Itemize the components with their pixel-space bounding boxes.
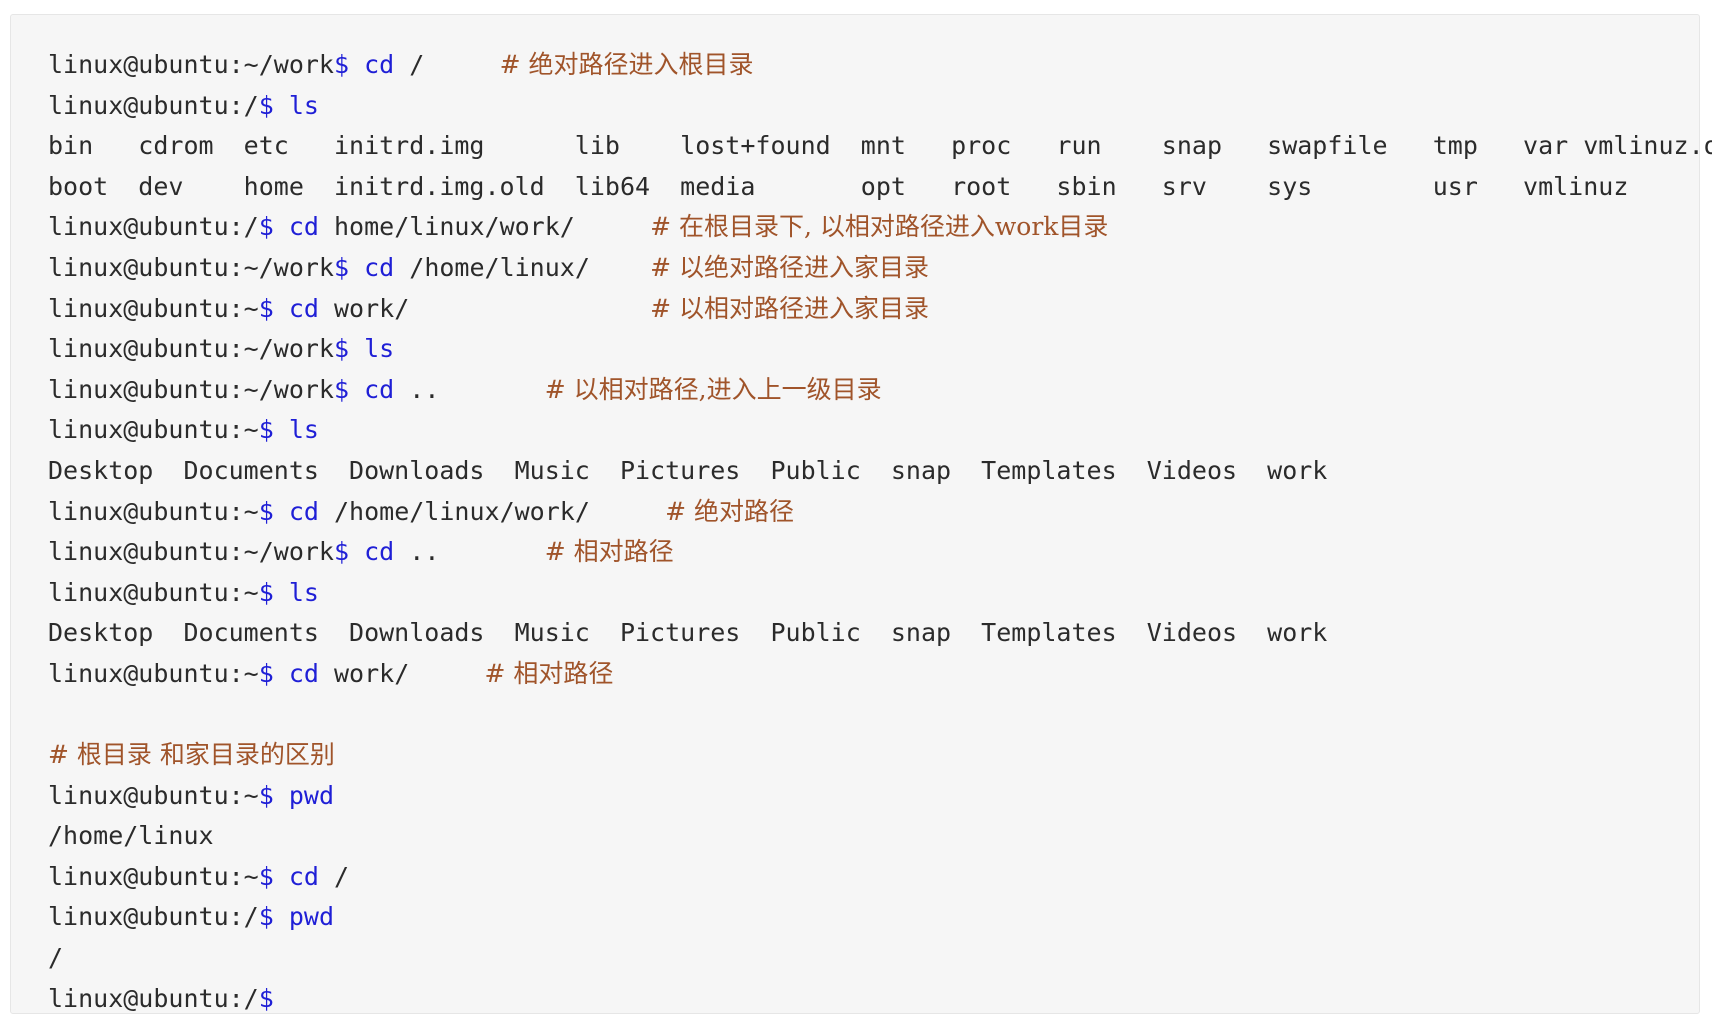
output-line: Desktop Documents Downloads Music Pictur… bbox=[48, 451, 1699, 492]
command-line: linux@ubuntu:/$ cd home/linux/work/ # 在根… bbox=[48, 207, 1699, 248]
prompt-dollar: $ bbox=[333, 334, 350, 364]
command-name: cd bbox=[364, 50, 395, 79]
command-argument: /home/linux/work/ bbox=[318, 496, 590, 526]
shell-prompt: linux@ubuntu:~ bbox=[48, 780, 259, 810]
command-line: linux@ubuntu:~/work$ cd .. # 以相对路径,进入上一级… bbox=[48, 370, 1699, 411]
command-line: linux@ubuntu:~$ cd /home/linux/work/ # 绝… bbox=[48, 492, 1699, 533]
code-block: linux@ubuntu:~/work$ cd / # 绝对路径进入根目录 lin… bbox=[10, 14, 1712, 1014]
command-argument: /home/linux/ bbox=[394, 252, 590, 282]
command-comment: # 以相对路径,进入上一级目录 bbox=[544, 374, 882, 404]
prompt-dollar: $ bbox=[258, 577, 274, 607]
prompt-dollar: $ bbox=[258, 983, 274, 1013]
command-argument: work/ bbox=[318, 658, 410, 688]
shell-prompt: linux@ubuntu:~/work bbox=[48, 334, 334, 364]
command-argument: .. bbox=[394, 537, 440, 567]
command-line: linux@ubuntu:/$ ls bbox=[48, 86, 1699, 127]
command-name: cd bbox=[364, 537, 395, 567]
shell-prompt: linux@ubuntu:~/work bbox=[48, 50, 334, 79]
command-name: ls bbox=[364, 334, 395, 364]
output-line: bin cdrom etc initrd.img lib lost+found … bbox=[48, 126, 1712, 167]
shell-prompt: linux@ubuntu:~/work bbox=[48, 374, 334, 404]
command-name: ls bbox=[288, 90, 319, 120]
command-name: pwd bbox=[288, 902, 334, 932]
command-line: linux@ubuntu:~$ ls bbox=[48, 573, 1699, 614]
command-comment: # 绝对路径进入根目录 bbox=[499, 50, 754, 79]
output-line: Desktop Documents Downloads Music Pictur… bbox=[48, 613, 1699, 654]
prompt-dollar: $ bbox=[258, 780, 274, 810]
command-name: cd bbox=[288, 212, 319, 242]
shell-prompt: linux@ubuntu:~/work bbox=[48, 252, 334, 282]
shell-prompt: linux@ubuntu:~ bbox=[48, 577, 259, 607]
output-text: /home/linux bbox=[48, 821, 214, 851]
command-line: linux@ubuntu:~/work$ ls bbox=[48, 329, 1699, 370]
command-name: pwd bbox=[288, 780, 334, 810]
output-text: bin cdrom etc initrd.img lib lost+found … bbox=[48, 131, 1712, 161]
output-text: Desktop Documents Downloads Music Pictur… bbox=[48, 455, 1328, 485]
command-name: cd bbox=[288, 658, 319, 688]
output-line: boot dev home initrd.img.old lib64 media… bbox=[48, 167, 1699, 208]
comment-text: # 根目录 和家目录的区别 bbox=[48, 740, 335, 770]
shell-prompt: linux@ubuntu:/ bbox=[48, 90, 259, 120]
command-name: ls bbox=[288, 415, 319, 445]
command-line: linux@ubuntu:/$ pwd bbox=[48, 897, 1699, 938]
command-line: linux@ubuntu:/$ bbox=[48, 979, 1699, 1020]
command-argument: / bbox=[318, 861, 350, 891]
output-line: /home/linux bbox=[48, 816, 1699, 857]
shell-prompt: linux@ubuntu:~ bbox=[48, 496, 259, 526]
prompt-dollar: $ bbox=[258, 861, 274, 891]
command-comment: # 相对路径 bbox=[484, 658, 614, 688]
command-name: cd bbox=[288, 861, 319, 891]
command-line: linux@ubuntu:~/work$ cd .. # 相对路径 bbox=[48, 532, 1699, 573]
shell-prompt: linux@ubuntu:~ bbox=[48, 658, 259, 688]
shell-prompt: linux@ubuntu:~ bbox=[48, 293, 259, 323]
output-line: / bbox=[48, 938, 1699, 979]
command-line: linux@ubuntu:~$ cd work/ # 以相对路径进入家目录 bbox=[48, 289, 1699, 330]
shell-prompt: linux@ubuntu:~ bbox=[48, 861, 259, 891]
code-lines: linux@ubuntu:~/work$ cd / # 绝对路径进入根目录 lin… bbox=[48, 45, 1712, 1020]
command-comment: # 相对路径 bbox=[544, 537, 674, 567]
command-comment: # 以相对路径进入家目录 bbox=[650, 293, 929, 323]
prompt-dollar: $ bbox=[333, 537, 350, 567]
command-argument: home/linux/work/ bbox=[318, 212, 575, 242]
prompt-dollar: $ bbox=[258, 293, 274, 323]
output-text: boot dev home initrd.img.old lib64 media… bbox=[48, 171, 1629, 201]
command-line: linux@ubuntu:~$ cd work/ # 相对路径 bbox=[48, 654, 1699, 695]
shell-prompt: linux@ubuntu:/ bbox=[48, 902, 259, 932]
command-argument: .. bbox=[394, 374, 440, 404]
shell-prompt: linux@ubuntu:/ bbox=[48, 983, 259, 1013]
command-line: linux@ubuntu:~$ ls bbox=[48, 410, 1699, 451]
prompt-dollar: $ bbox=[333, 50, 350, 79]
prompt-dollar: $ bbox=[333, 252, 350, 282]
command-name: cd bbox=[288, 496, 319, 526]
command-name: cd bbox=[288, 293, 319, 323]
output-text: / bbox=[48, 943, 64, 973]
prompt-dollar: $ bbox=[258, 496, 274, 526]
command-argument: work/ bbox=[318, 293, 410, 323]
command-comment: # 在根目录下, 以相对路径进入work目录 bbox=[650, 212, 1109, 242]
command-name: ls bbox=[288, 577, 319, 607]
prompt-dollar: $ bbox=[258, 415, 274, 445]
prompt-dollar: $ bbox=[258, 212, 274, 242]
command-line: linux@ubuntu:~/work$ cd / # 绝对路径进入根目录 bbox=[48, 45, 1699, 86]
command-line: linux@ubuntu:~$ pwd bbox=[48, 776, 1699, 817]
command-comment: # 以绝对路径进入家目录 bbox=[650, 252, 930, 282]
command-line: linux@ubuntu:~$ cd / bbox=[48, 857, 1699, 898]
command-name: cd bbox=[364, 252, 395, 282]
command-name: cd bbox=[364, 374, 395, 404]
shell-prompt: linux@ubuntu:~ bbox=[48, 415, 259, 445]
command-line: linux@ubuntu:~/work$ cd /home/linux/ # 以… bbox=[48, 248, 1699, 289]
output-text: Desktop Documents Downloads Music Pictur… bbox=[48, 618, 1328, 648]
command-comment: # 绝对路径 bbox=[665, 496, 795, 526]
comment-line: # 根目录 和家目录的区别 bbox=[48, 735, 1699, 776]
prompt-dollar: $ bbox=[333, 374, 350, 404]
command-argument: / bbox=[394, 50, 425, 79]
shell-prompt: linux@ubuntu:~/work bbox=[48, 537, 334, 567]
prompt-dollar: $ bbox=[258, 902, 274, 932]
shell-prompt: linux@ubuntu:/ bbox=[48, 212, 259, 242]
prompt-dollar: $ bbox=[258, 658, 274, 688]
prompt-dollar: $ bbox=[258, 90, 274, 120]
